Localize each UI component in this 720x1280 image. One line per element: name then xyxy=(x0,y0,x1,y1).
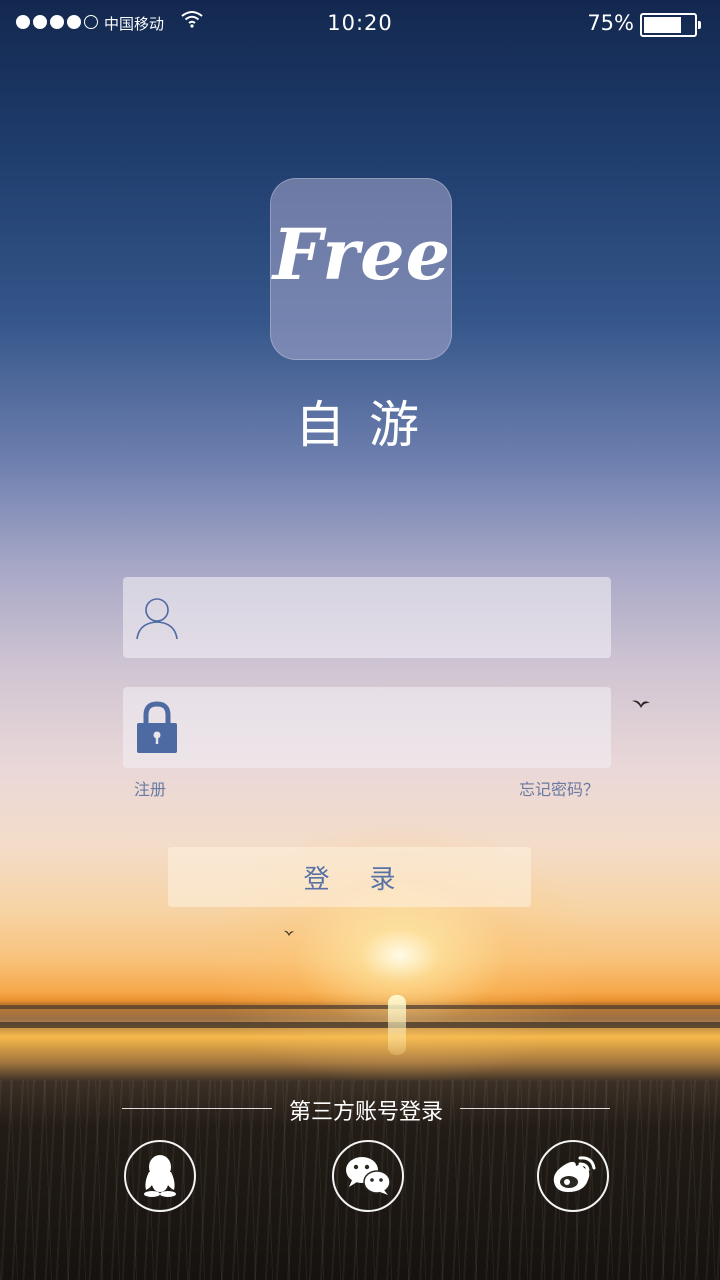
bird-icon xyxy=(284,930,294,936)
wechat-login-button[interactable] xyxy=(332,1140,404,1212)
password-input[interactable] xyxy=(191,687,591,768)
forgot-password-link[interactable]: 忘记密码？ xyxy=(519,776,599,800)
wechat-icon xyxy=(346,1157,391,1195)
weibo-icon xyxy=(553,1156,596,1192)
logo-text: Free xyxy=(272,213,452,296)
username-input[interactable] xyxy=(191,577,591,658)
status-bar: 中国移动 10:20 75% xyxy=(0,0,720,48)
login-button[interactable]: 登录 xyxy=(168,847,531,907)
lock-icon xyxy=(137,701,177,753)
sun-reflection xyxy=(388,995,406,1055)
user-icon xyxy=(136,598,178,640)
register-link[interactable]: 注册 xyxy=(134,776,166,800)
password-field[interactable] xyxy=(123,687,611,768)
battery-fill xyxy=(644,17,681,33)
username-field[interactable] xyxy=(123,577,611,658)
battery-percent: 75% xyxy=(587,11,634,35)
app-logo: Free xyxy=(270,178,452,360)
weibo-login-button[interactable] xyxy=(537,1140,609,1212)
qq-login-button[interactable] xyxy=(124,1140,196,1212)
app-name: 自游 xyxy=(295,396,443,454)
third-party-title: 第三方账号登录 xyxy=(288,1100,443,1125)
shoreline xyxy=(0,1005,720,1009)
qq-icon xyxy=(144,1155,176,1197)
shoreline xyxy=(0,1022,720,1028)
bird-icon xyxy=(632,700,650,708)
battery-tip xyxy=(698,21,701,29)
third-party-login-divider: 第三方账号登录 xyxy=(122,1094,610,1125)
battery-icon xyxy=(640,13,701,37)
